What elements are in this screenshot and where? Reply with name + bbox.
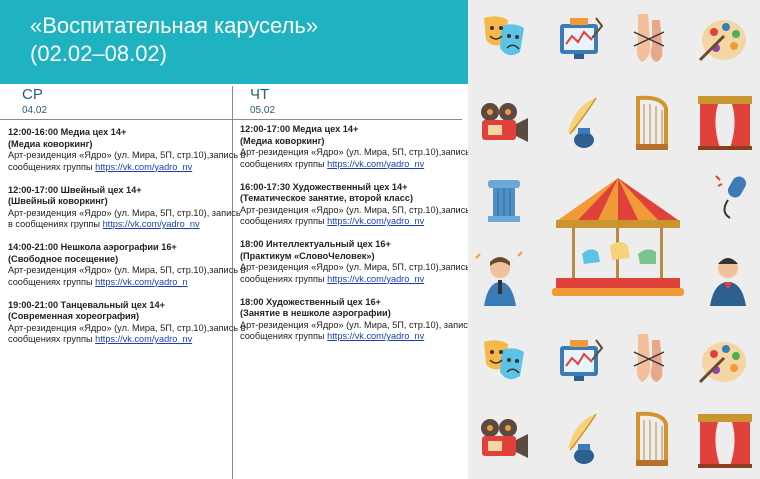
- title-line-1: «Воспитательная карусель»: [30, 13, 319, 38]
- event-link[interactable]: https://vk.com/yadro_nv: [95, 162, 192, 172]
- film-projector-icon: [481, 103, 528, 142]
- date-label: 05.02: [250, 105, 276, 116]
- ballet-shoes-icon: [633, 14, 665, 62]
- event-venue: Арт-резиденция «Ядро» (ул. Мира, 5П, стр…: [240, 204, 478, 215]
- carousel-icon: [552, 178, 684, 296]
- event-venue: Арт-резиденция «Ядро» (ул. Мира, 5П, стр…: [8, 150, 246, 160]
- event-title: 18:00 Интеллектуальный цех 16+: [240, 239, 391, 249]
- event-link[interactable]: https://vk.com/yadro_nv: [103, 219, 200, 229]
- event-signup-text: сообщениях группы: [240, 158, 328, 169]
- event-title: 12:00-17:00 Медиа цех 14+: [240, 124, 359, 134]
- event-signup-text: сообщениях группы: [8, 161, 96, 172]
- event-signup-text: сообщениях группы: [240, 331, 328, 341]
- event-link[interactable]: https://vk.com/yadro_nv: [327, 216, 424, 226]
- event-signup-text: сообщениях группы: [240, 216, 328, 226]
- date-label: 04.02: [22, 105, 48, 116]
- event-item: 12:00-17:00 Швейный цех 14+ (Швейный ков…: [8, 184, 241, 231]
- day-label: СР: [22, 86, 43, 103]
- event-item: 14:00-21:00 Нешкола аэрографии 16+ (Своб…: [8, 242, 246, 288]
- stage-curtain-icon: [698, 96, 752, 150]
- page-title: «Воспитательная карусель» (02.02–08.02): [30, 12, 318, 68]
- column-header-thu: ЧТ 05.02: [250, 86, 275, 116]
- event-item: 19:00-21:00 Танцевальный цех 14+ (Соврем…: [8, 299, 246, 346]
- header-banner: «Воспитательная карусель» (02.02–08.02): [0, 0, 468, 84]
- event-signup-text: сообщениях группы: [8, 334, 96, 344]
- film-projector-icon: [481, 419, 528, 458]
- ballet-shoes-icon: [633, 334, 665, 382]
- event-link[interactable]: https://vk.com/yadro_n: [95, 277, 187, 287]
- event-title: 18:00 Художественный цех 16+: [240, 296, 381, 307]
- column-icon: [488, 180, 520, 222]
- event-venue: Арт-резиденция «Ядро» (ул. Мира, 5П, стр…: [240, 262, 478, 272]
- event-subtitle: (Швейный коворкинг): [8, 196, 108, 206]
- event-item: 18:00 Художественный цех 16+ (Занятие в …: [240, 296, 481, 343]
- paint-palette-icon: [698, 342, 746, 384]
- event-subtitle: (Медиа коворкинг): [240, 135, 325, 146]
- event-subtitle: (Современная хореография): [8, 311, 140, 321]
- schedule-column-wed: 12:00-16:00 Медиа цех 14+ (Медиа коворки…: [8, 127, 246, 357]
- event-signup-text: сообщениях группы: [240, 273, 328, 284]
- event-link[interactable]: https://vk.com/yadro_nv: [327, 331, 424, 341]
- event-link[interactable]: https://vk.com/yadro_nv: [95, 334, 192, 344]
- event-signup-text: сообщениях группы: [8, 276, 96, 287]
- schedule-column-thu: 12:00-17:00 Медиа цех 14+ (Медиа коворки…: [240, 124, 481, 354]
- stage-curtain-icon: [698, 414, 752, 468]
- horizontal-divider: [0, 119, 462, 120]
- event-title: 12:00-17:00 Швейный цех 14+: [8, 184, 142, 195]
- illustration-panel: [468, 0, 760, 479]
- singer-icon: [475, 251, 523, 306]
- harp-icon: [636, 95, 668, 150]
- event-subtitle: (Тематическое занятие, второй класс): [240, 193, 414, 203]
- event-venue: Арт-резиденция «Ядро» (ул. Мира, 5П, стр…: [8, 265, 246, 275]
- microphone-icon: [715, 175, 746, 219]
- theater-masks-icon: [484, 340, 524, 380]
- paint-palette-icon: [698, 20, 746, 62]
- event-subtitle: (Свободное посещение): [8, 253, 119, 264]
- event-item: 18:00 Интеллектуальный цех 16+ (Практику…: [240, 239, 478, 285]
- theater-masks-icon: [484, 16, 524, 56]
- event-venue: Арт-резиденция «Ядро» (ул. Мира, 5П, стр…: [8, 207, 241, 218]
- quill-ink-icon: [568, 413, 597, 464]
- vertical-divider: [232, 86, 233, 479]
- media-screen-icon: [560, 17, 604, 59]
- event-subtitle: (Практикум «СловоЧеловек»): [240, 250, 375, 261]
- event-venue: Арт-резиденция «Ядро» (ул. Мира, 5П, стр…: [8, 322, 246, 333]
- event-title: 19:00-21:00 Танцевальный цех 14+: [8, 299, 166, 310]
- day-label: ЧТ: [250, 86, 270, 103]
- event-item: 12:00-16:00 Медиа цех 14+ (Медиа коворки…: [8, 127, 246, 173]
- event-venue: Арт-резиденция «Ядро» (ул. Мира, 5П, стр…: [240, 319, 481, 330]
- event-title: 12:00-16:00 Медиа цех 14+: [8, 127, 127, 137]
- harp-icon: [636, 411, 668, 466]
- event-subtitle: (Медиа коворкинг): [8, 138, 93, 149]
- event-title: 16:00-17:30 Художественный цех 14+: [240, 181, 408, 192]
- event-item: 16:00-17:30 Художественный цех 14+ (Тема…: [240, 181, 478, 228]
- event-link[interactable]: https://vk.com/yadro_nv: [327, 159, 424, 169]
- event-signup-text: в сообщениях группы: [8, 219, 103, 229]
- media-screen-icon: [560, 339, 604, 381]
- event-venue: Арт-резиденция «Ядро» (ул. Мира, 5П, стр…: [240, 147, 478, 157]
- quill-ink-icon: [568, 97, 597, 148]
- event-title: 14:00-21:00 Нешкола аэрографии 16+: [8, 242, 177, 252]
- column-header-wed: СР 04.02: [22, 86, 47, 116]
- conductor-icon: [710, 258, 746, 306]
- title-line-2: (02.02–08.02): [30, 41, 167, 66]
- event-item: 12:00-17:00 Медиа цех 14+ (Медиа коворки…: [240, 124, 478, 170]
- event-subtitle: (Занятие в нешколе аэрографии): [240, 308, 391, 318]
- event-link[interactable]: https://vk.com/yadro_nv: [327, 274, 424, 284]
